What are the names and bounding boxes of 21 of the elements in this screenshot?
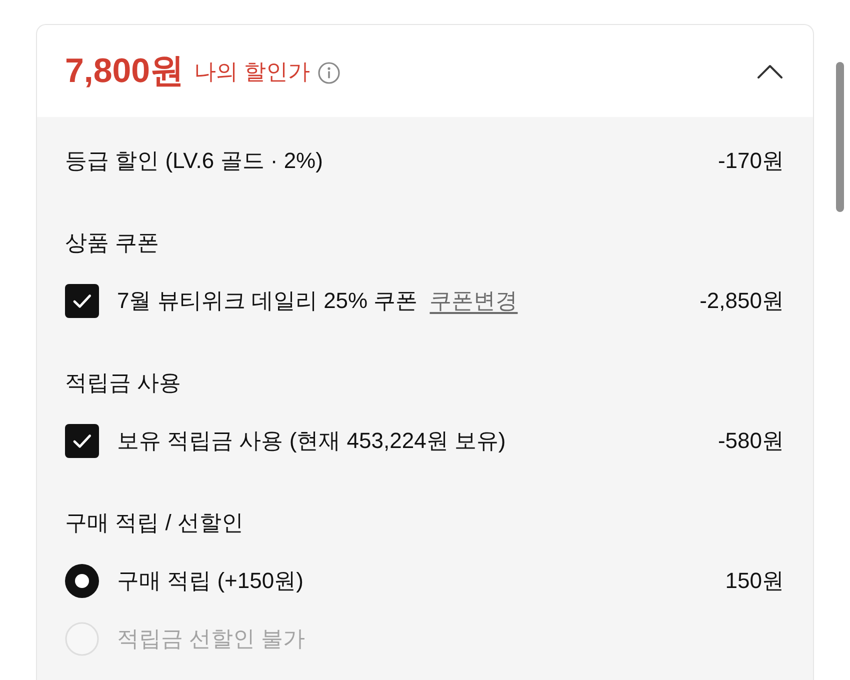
discount-amount: -2,850원 xyxy=(698,287,784,315)
discount-label: 등급 할인 (LV.6 골드 · 2%) xyxy=(65,147,323,175)
discounted-price-label: 나의 할인가 xyxy=(194,58,310,86)
section-title: 적립금 사용 xyxy=(65,369,182,397)
discount-amount: 150원 xyxy=(724,567,784,595)
section-title: 구매 적립 / 선할인 xyxy=(65,509,244,537)
chevron-up-icon[interactable] xyxy=(757,64,783,78)
info-icon[interactable] xyxy=(318,62,340,84)
option-label: 보유 적립금 사용 (현재 453,224원 보유) xyxy=(117,427,506,455)
option-label: 7월 뷰티위크 데일리 25% 쿠폰 xyxy=(117,287,418,315)
option-label: 구매 적립 (+150원) xyxy=(117,567,304,595)
option-label: 적립금 선할인 불가 xyxy=(117,625,306,653)
discount-amount: -580원 xyxy=(716,427,784,455)
section-title: 상품 쿠폰 xyxy=(65,229,160,257)
radio-button[interactable] xyxy=(65,564,99,598)
checkbox[interactable] xyxy=(65,424,99,458)
discounted-price: 7,800원 xyxy=(65,51,184,91)
scrollbar[interactable] xyxy=(836,62,844,212)
change-coupon-link[interactable]: 쿠폰변경 xyxy=(430,286,518,316)
discount-amount: -170원 xyxy=(716,147,784,175)
checkbox[interactable] xyxy=(65,284,99,318)
